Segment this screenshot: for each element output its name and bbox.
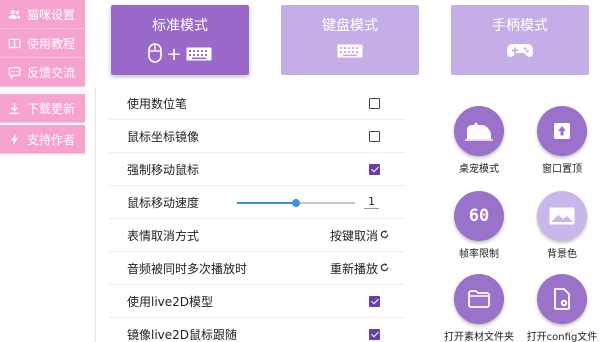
setting-label: 鼠标移动速度 — [127, 195, 200, 210]
digital-pen-checkbox[interactable] — [369, 97, 380, 109]
setting-label: 镜像live2D鼠标跟随 — [127, 327, 238, 342]
action-label: 打开素材文件夹 — [444, 332, 514, 342]
emote-cancel-value: 按键取消 — [329, 228, 378, 243]
setting-row-force-move-mouse: 强制移动鼠标 — [109, 153, 405, 186]
keyboard-icon — [186, 46, 212, 65]
cycle-icon — [380, 262, 389, 275]
setting-label: 音频被同时多次播放时 — [127, 261, 248, 276]
sidebar-item-label: 使用教程 — [27, 36, 76, 51]
emote-cancel-selector[interactable]: 按键取消 — [330, 227, 389, 244]
audio-replay-value: 重新播放 — [329, 261, 378, 276]
setting-row-mouse-speed: 鼠标移动速度 1 — [109, 186, 405, 219]
mode-standard-button[interactable]: 标准模式 + — [111, 5, 249, 75]
action-label: 桌宠模式 — [459, 164, 499, 175]
setting-row-emote-cancel: 表情取消方式 按键取消 — [109, 219, 405, 252]
bolt-icon — [8, 133, 21, 146]
desk-pet-mode-button[interactable]: 桌宠模式 — [439, 106, 519, 175]
slider-fill — [237, 202, 296, 204]
sidebar-item-label: 反馈交流 — [27, 65, 76, 80]
config-file-icon — [537, 274, 587, 324]
mouse-icon — [148, 43, 163, 67]
sidebar-item-download[interactable]: 下载更新 — [0, 94, 85, 123]
mouse-speed-value[interactable]: 1 — [364, 195, 379, 209]
force-move-mouse-checkbox[interactable] — [369, 163, 380, 175]
setting-label: 强制移动鼠标 — [127, 162, 200, 177]
fps-icon-text: 60 — [468, 206, 490, 226]
chat-icon — [8, 66, 21, 79]
action-label: 打开config文件 — [526, 332, 598, 342]
action-label: 窗口置顶 — [542, 164, 582, 175]
sidebar-item-label: 下载更新 — [27, 101, 76, 116]
open-config-file-button[interactable]: 打开config文件 — [522, 274, 602, 342]
slider-thumb[interactable] — [292, 199, 300, 207]
setting-row-digital-pen: 使用数位笔 — [109, 87, 405, 120]
mouse-speed-slider[interactable] — [237, 199, 355, 207]
mode-label: 手柄模式 — [492, 18, 548, 34]
audio-replay-selector[interactable]: 重新播放 — [330, 260, 389, 277]
users-icon — [8, 8, 21, 21]
window-top-button[interactable]: 窗口置顶 — [522, 106, 602, 175]
sidebar-item-feedback[interactable]: 反馈交流 — [0, 58, 85, 87]
setting-label: 表情取消方式 — [127, 228, 200, 243]
fps-limit-button[interactable]: 60 帧率限制 — [439, 191, 519, 260]
gamepad-icon — [506, 43, 534, 63]
sidebar-item-cat-settings[interactable]: 猫咪设置 — [0, 0, 85, 29]
setting-label: 使用live2D模型 — [127, 294, 214, 309]
mode-label: 键盘模式 — [322, 18, 378, 34]
setting-label: 使用数位笔 — [127, 96, 188, 111]
keyboard-icon — [337, 43, 363, 62]
mode-gamepad-button[interactable]: 手柄模式 — [451, 5, 589, 75]
image-icon — [537, 191, 587, 241]
action-label: 背景色 — [547, 249, 577, 260]
setting-row-live2d-mirror: 镜像live2D鼠标跟随 — [109, 318, 405, 342]
sidebar-item-support[interactable]: 支持作者 — [0, 125, 85, 154]
setting-row-mouse-mirror: 鼠标坐标镜像 — [109, 120, 405, 153]
background-color-button[interactable]: 背景色 — [522, 191, 602, 260]
sidebar-item-label: 猫咪设置 — [27, 7, 76, 22]
pin-top-icon — [537, 106, 587, 156]
book-icon — [8, 37, 21, 50]
action-label: 帧率限制 — [459, 249, 499, 260]
mode-label: 标准模式 — [152, 18, 208, 34]
sidebar: 猫咪设置 使用教程 反馈交流 下载更新 支持作者 — [0, 0, 85, 342]
setting-label: 鼠标坐标镜像 — [127, 129, 200, 144]
live2d-mirror-checkbox[interactable] — [369, 328, 380, 340]
content-divider — [95, 87, 96, 342]
cycle-icon — [380, 229, 389, 242]
mouse-mirror-checkbox[interactable] — [369, 130, 380, 142]
fps-icon: 60 — [454, 191, 504, 241]
setting-row-live2d: 使用live2D模型 — [109, 285, 405, 318]
open-assets-folder-button[interactable]: 打开素材文件夹 — [439, 274, 519, 342]
live2d-checkbox[interactable] — [369, 295, 380, 307]
download-icon — [8, 102, 21, 115]
setting-row-audio-replay: 音频被同时多次播放时 重新播放 — [109, 252, 405, 285]
desk-pet-icon — [454, 106, 504, 156]
sidebar-item-label: 支持作者 — [27, 132, 76, 147]
mode-keyboard-button[interactable]: 键盘模式 — [281, 5, 419, 75]
plus-icon: + — [166, 44, 182, 65]
sidebar-item-tutorial[interactable]: 使用教程 — [0, 29, 85, 58]
folder-icon — [454, 274, 504, 324]
